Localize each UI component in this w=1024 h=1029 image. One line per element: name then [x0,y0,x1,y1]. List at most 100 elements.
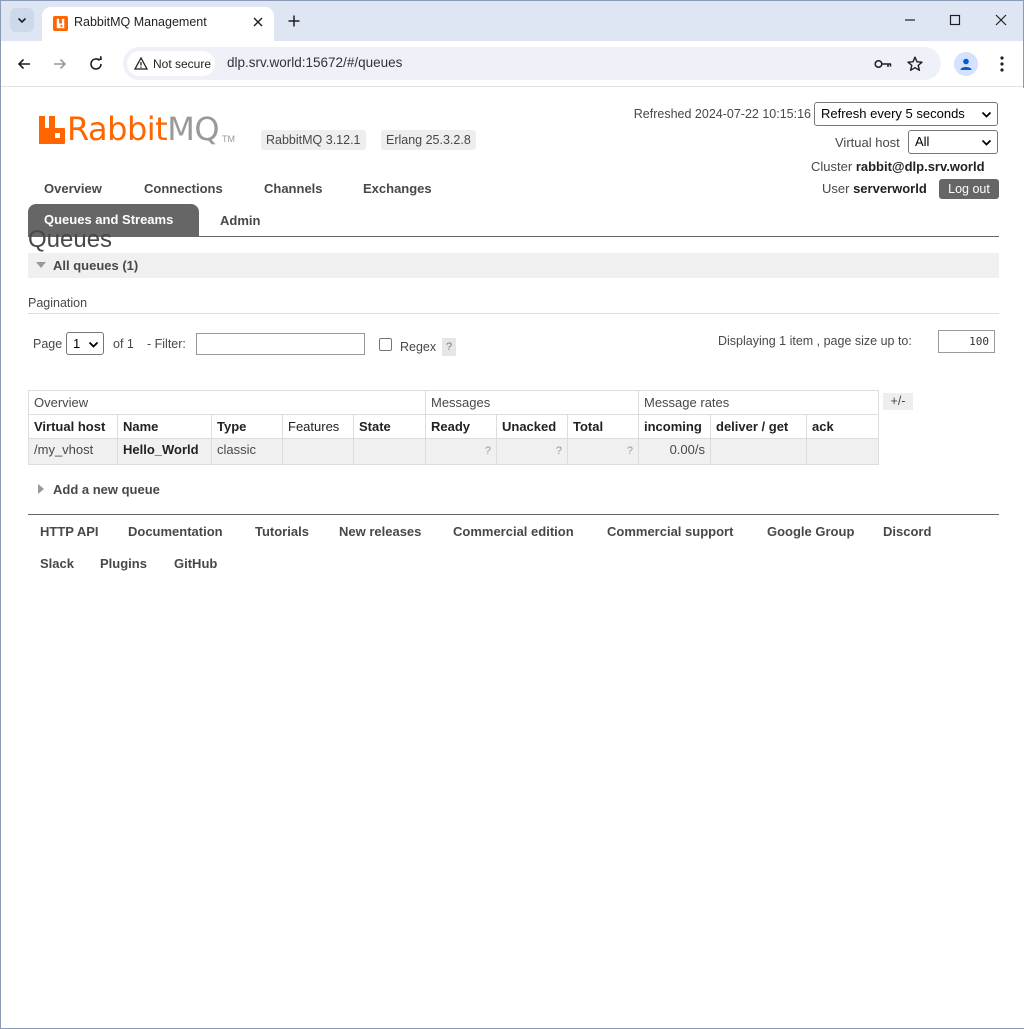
tab-connections[interactable]: Connections [144,181,223,196]
close-icon [995,14,1007,26]
forward-button[interactable] [48,52,72,76]
footer-link-plugins[interactable]: Plugins [100,556,147,571]
refreshed-timestamp: Refreshed 2024-07-22 10:15:16 [633,107,811,121]
cluster-info: Cluster rabbit@dlp.srv.world [811,159,985,174]
pagination-divider [28,313,999,314]
tab-overview[interactable]: Overview [44,181,102,196]
chevron-down-icon [981,111,992,118]
star-icon [907,56,923,71]
column-header-virtual-host[interactable]: Virtual host [28,414,118,439]
browser-toolbar: Not secure dlp.srv.world:15672/#/queues [1,41,1023,87]
page-of-label: of 1 [113,337,134,351]
plus-icon [288,15,300,27]
column-header-ready[interactable]: Ready [425,414,497,439]
all-queues-section-header[interactable]: All queues (1) [28,253,999,278]
page-select[interactable]: 1 [66,332,104,355]
back-button[interactable] [12,52,36,76]
regex-help-button[interactable]: ? [442,338,456,356]
filter-input[interactable] [196,333,365,355]
cell-deliver-get [710,438,807,465]
site-info-chip[interactable]: Not secure [127,51,215,76]
logout-button[interactable]: Log out [939,179,999,199]
nav-divider [28,236,999,237]
arrow-right-icon [54,58,67,70]
cell-incoming: 0.00/s [638,438,711,465]
minimize-button[interactable] [899,9,921,31]
profile-button[interactable] [954,52,978,76]
group-header-overview: Overview [28,390,426,415]
user-name: serverworld [853,181,927,196]
cell-ack [806,438,879,465]
logo-tm: TM [222,134,235,144]
tab-search-button[interactable] [10,8,34,32]
address-bar[interactable]: Not secure dlp.srv.world:15672/#/queues [123,47,941,80]
queues-table: Overview Messages Message rates Virtual … [28,390,879,465]
footer-divider [28,514,999,515]
url-text[interactable]: dlp.srv.world:15672/#/queues [227,55,402,70]
vhost-label: Virtual host [835,135,900,150]
maximize-button[interactable] [944,9,966,31]
column-header-name[interactable]: Name [117,414,212,439]
rabbitmq-version: RabbitMQ 3.12.1 [261,130,366,150]
filter-label: - Filter: [147,337,186,351]
rabbitmq-logo[interactable]: RabbitMQ TM [39,112,235,146]
browser-tab[interactable]: RabbitMQ Management [42,7,274,41]
regex-checkbox[interactable] [379,338,392,351]
tab-admin[interactable]: Admin [220,213,260,228]
triangle-down-icon [36,262,46,268]
browser-window: RabbitMQ Management Not secure dlp.srv.w… [0,0,1024,1029]
tab-close-button[interactable] [249,13,267,31]
column-header-total[interactable]: Total [567,414,639,439]
new-tab-button[interactable] [283,10,305,32]
close-icon [253,17,263,27]
queue-name-link[interactable]: Hello_World [117,438,212,465]
cell-type: classic [211,438,283,465]
group-header-messages: Messages [425,390,639,415]
person-icon [960,58,972,70]
key-icon [874,59,892,69]
table-group-header-row: Overview Messages Message rates [28,390,879,415]
cluster-label: Cluster [811,159,853,174]
logo-rabbit-text: Rabbit [67,110,168,148]
column-header-deliver-get[interactable]: deliver / get [710,414,807,439]
page-select-value: 1 [73,336,81,351]
column-header-state[interactable]: State [353,414,426,439]
column-header-incoming[interactable]: incoming [638,414,711,439]
tab-channels[interactable]: Channels [264,181,323,196]
reload-button[interactable] [84,52,108,76]
refresh-interval-select[interactable]: Refresh every 5 seconds [814,102,998,126]
maximize-icon [949,14,961,26]
page-size-input[interactable]: 100 [938,330,995,353]
footer-link-documentation[interactable]: Documentation [128,524,223,539]
footer-link-slack[interactable]: Slack [40,556,74,571]
footer-link-commercial-support[interactable]: Commercial support [607,524,733,539]
footer-link-new-releases[interactable]: New releases [339,524,421,539]
column-header-unacked[interactable]: Unacked [496,414,568,439]
footer-link-tutorials[interactable]: Tutorials [255,524,309,539]
window-close-button[interactable] [990,9,1012,31]
cell-ready: ? [425,438,497,465]
table-row[interactable]: /my_vhost Hello_World classic ? ? ? 0.00… [28,438,879,465]
column-header-type[interactable]: Type [211,414,283,439]
footer-link-discord[interactable]: Discord [883,524,931,539]
password-key-button[interactable] [873,54,893,74]
add-new-queue-toggle[interactable]: Add a new queue [53,482,160,497]
bookmark-button[interactable] [905,54,925,74]
column-header-ack[interactable]: ack [806,414,879,439]
tab-exchanges[interactable]: Exchanges [363,181,432,196]
footer-link-google-group[interactable]: Google Group [767,524,854,539]
footer-link-github[interactable]: GitHub [174,556,217,571]
warning-icon [134,57,148,70]
browser-menu-button[interactable] [990,52,1014,76]
cell-virtual-host: /my_vhost [28,438,118,465]
footer-link-http-api[interactable]: HTTP API [40,524,99,539]
refresh-select-value: Refresh every 5 seconds [821,106,965,121]
column-header-features: Features [282,414,354,439]
group-header-message-rates: Message rates [638,390,879,415]
page-title: Queues [28,226,113,253]
chevron-down-icon [88,341,99,348]
arrow-left-icon [17,58,30,70]
vhost-select[interactable]: All [908,130,998,154]
footer-link-commercial-edition[interactable]: Commercial edition [453,524,574,539]
column-toggle-button[interactable]: +/- [883,393,913,410]
